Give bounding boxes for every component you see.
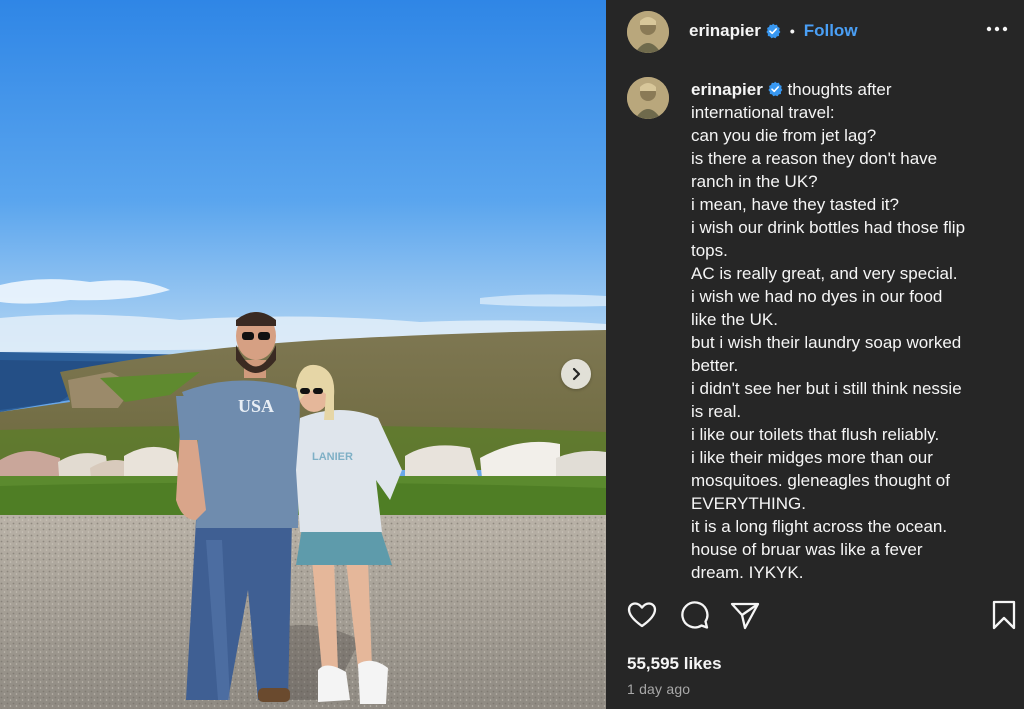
caption-text-line: i wish our drink bottles had those flip	[691, 218, 966, 237]
next-photo-button[interactable]	[561, 359, 591, 389]
heart-icon	[627, 602, 657, 628]
svg-text:USA: USA	[238, 396, 274, 416]
caption-text-line: i mean, have they tasted it?	[691, 195, 899, 214]
post-photo[interactable]: USA LANIER	[0, 0, 606, 709]
post-caption: erinapier thoughts after international t…	[691, 78, 1009, 584]
chevron-right-icon	[572, 367, 581, 381]
comment-button[interactable]	[678, 599, 710, 631]
like-button[interactable]	[626, 599, 658, 631]
caption-text-line: it is a long flight across the ocean.	[691, 517, 948, 536]
more-options-button[interactable]	[984, 19, 1010, 39]
caption-text-line: house of bruar was like a fever	[691, 540, 923, 559]
likes-count[interactable]: 55,595 likes	[627, 654, 722, 674]
caption-text-line: can you die from jet lag?	[691, 126, 877, 145]
avatar-image	[627, 77, 669, 119]
caption-text-line: thoughts after	[787, 80, 892, 99]
caption-text-line: i didn't see her but i still think nessi…	[691, 379, 962, 398]
save-button[interactable]	[988, 599, 1020, 631]
caption-text-line: is there a reason they don't have	[691, 149, 938, 168]
caption-text-line: like the UK.	[691, 310, 778, 329]
instagram-post: USA LANIER erinapier • Follow erinapier …	[0, 0, 1024, 709]
header-separator: •	[789, 23, 795, 39]
post-timestamp[interactable]: 1 day ago	[627, 681, 690, 697]
comment-icon	[681, 601, 709, 629]
caption-text-line: is real.	[691, 402, 742, 421]
caption-text-line: EVERYTHING.	[691, 494, 806, 513]
caption-text-line: better.	[691, 356, 739, 375]
header-username[interactable]: erinapier	[689, 21, 761, 41]
caption-avatar[interactable]	[627, 77, 669, 119]
more-horizontal-icon	[986, 26, 1008, 32]
share-button[interactable]	[729, 599, 761, 631]
post-side-panel: erinapier • Follow erinapier thoughts af…	[606, 0, 1024, 709]
caption-text-line: AC is really great, and very special.	[691, 264, 958, 283]
caption-text-line: ranch in the UK?	[691, 172, 818, 191]
follow-button[interactable]: Follow	[804, 21, 858, 41]
post-header: erinapier • Follow	[689, 21, 858, 41]
avatar-image	[627, 11, 669, 53]
photo-scene: USA LANIER	[0, 0, 606, 709]
caption-text-line: mosquitoes. gleneagles thought of	[691, 471, 950, 490]
caption-line: erinapier thoughts after	[691, 78, 1009, 101]
verified-badge-icon	[765, 23, 781, 39]
post-actions	[626, 599, 1016, 633]
caption-text-line: i wish we had no dyes in our food	[691, 287, 943, 306]
caption-text-line: dream. IYKYK.	[691, 563, 804, 582]
svg-text:LANIER: LANIER	[312, 451, 353, 463]
caption-text-line: i like their midges more than our	[691, 448, 933, 467]
bookmark-icon	[992, 600, 1016, 630]
paper-plane-icon	[730, 602, 760, 630]
caption-text-line: i like our toilets that flush reliably.	[691, 425, 940, 444]
caption-text-line: tops.	[691, 241, 728, 260]
avatar[interactable]	[627, 11, 669, 53]
caption-text-line: but i wish their laundry soap worked	[691, 333, 962, 352]
caption-username[interactable]: erinapier	[691, 80, 763, 99]
verified-badge-icon	[767, 80, 783, 97]
caption-text-line: international travel:	[691, 103, 835, 122]
